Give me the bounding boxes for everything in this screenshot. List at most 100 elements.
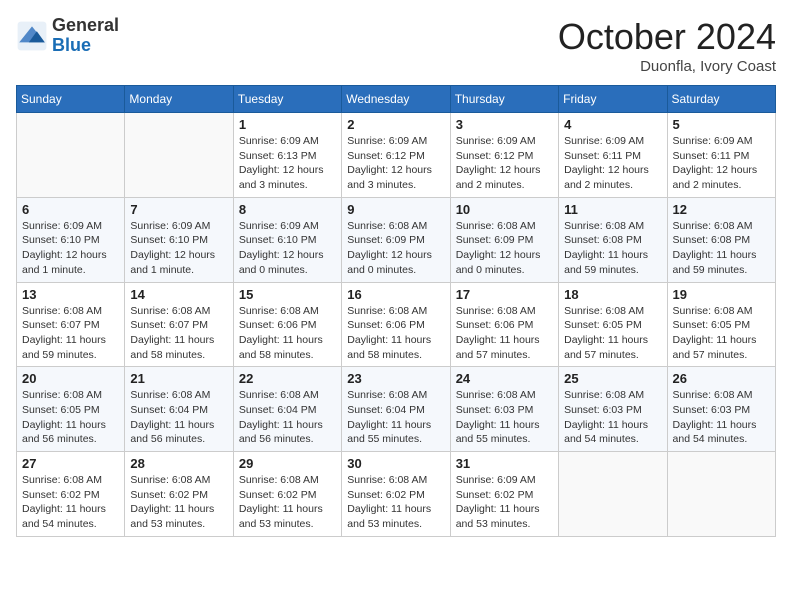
day-info: Sunrise: 6:09 AM Sunset: 6:10 PM Dayligh… <box>239 219 336 278</box>
day-info: Sunrise: 6:09 AM Sunset: 6:10 PM Dayligh… <box>130 219 227 278</box>
calendar-day-cell: 3Sunrise: 6:09 AM Sunset: 6:12 PM Daylig… <box>450 113 558 198</box>
day-number: 24 <box>456 371 553 386</box>
day-number: 15 <box>239 287 336 302</box>
day-number: 19 <box>673 287 770 302</box>
calendar-day-cell: 31 Sunrise: 6:09 AM Sunset: 6:02 PM Dayli… <box>450 452 558 537</box>
day-info: Sunrise: 6:08 AM Sunset: 6:08 PM Dayligh… <box>673 219 770 278</box>
day-number: 21 <box>130 371 227 386</box>
day-info: Sunrise: 6:08 AM Sunset: 6:07 PM Dayligh… <box>130 304 227 363</box>
calendar-header-row: SundayMondayTuesdayWednesdayThursdayFrid… <box>17 86 776 113</box>
weekday-header: Thursday <box>450 86 558 113</box>
day-number: 6 <box>22 202 119 217</box>
day-info: Sunrise: 6:08 AM Sunset: 6:05 PM Dayligh… <box>22 388 119 447</box>
month-title: October 2024 <box>558 16 776 58</box>
weekday-header: Saturday <box>667 86 775 113</box>
calendar-day-cell <box>125 113 233 198</box>
day-info: Sunrise: 6:08 AM Sunset: 6:05 PM Dayligh… <box>564 304 661 363</box>
day-number: 7 <box>130 202 227 217</box>
day-number: 29 <box>239 456 336 471</box>
calendar-day-cell: 29 Sunrise: 6:08 AM Sunset: 6:02 PM Dayli… <box>233 452 341 537</box>
calendar-day-cell: 13Sunrise: 6:08 AM Sunset: 6:07 PM Dayli… <box>17 282 125 367</box>
day-info: Sunrise: 6:08 AM Sunset: 6:09 PM Dayligh… <box>456 219 553 278</box>
day-info: Sunrise: 6:09 AM Sunset: 6:02 PM Dayligh… <box>456 473 553 532</box>
day-info: Sunrise: 6:09 AM Sunset: 6:12 PM Dayligh… <box>347 134 444 193</box>
day-info: Sunrise: 6:08 AM Sunset: 6:02 PM Dayligh… <box>130 473 227 532</box>
day-number: 22 <box>239 371 336 386</box>
calendar-day-cell <box>17 113 125 198</box>
weekday-header: Tuesday <box>233 86 341 113</box>
calendar-day-cell: 24Sunrise: 6:08 AM Sunset: 6:03 PM Dayli… <box>450 367 558 452</box>
day-info: Sunrise: 6:08 AM Sunset: 6:08 PM Dayligh… <box>564 219 661 278</box>
day-info: Sunrise: 6:09 AM Sunset: 6:11 PM Dayligh… <box>564 134 661 193</box>
calendar-day-cell: 27Sunrise: 6:08 AM Sunset: 6:02 PM Dayli… <box>17 452 125 537</box>
calendar-day-cell: 23Sunrise: 6:08 AM Sunset: 6:04 PM Dayli… <box>342 367 450 452</box>
day-info: Sunrise: 6:08 AM Sunset: 6:04 PM Dayligh… <box>239 388 336 447</box>
weekday-header: Friday <box>559 86 667 113</box>
day-number: 2 <box>347 117 444 132</box>
day-info: Sunrise: 6:08 AM Sunset: 6:02 PM Dayligh… <box>239 473 336 532</box>
day-number: 28 <box>130 456 227 471</box>
calendar-day-cell: 6Sunrise: 6:09 AM Sunset: 6:10 PM Daylig… <box>17 197 125 282</box>
calendar-day-cell: 22 Sunrise: 6:08 AM Sunset: 6:04 PM Dayli… <box>233 367 341 452</box>
calendar-week-row: 13 Sunrise: 6:08 AM Sunset: 6:07 PM Dayli… <box>17 282 776 367</box>
day-info: Sunrise: 6:08 AM Sunset: 6:04 PM Dayligh… <box>130 388 227 447</box>
day-info: Sunrise: 6:08 AM Sunset: 6:03 PM Dayligh… <box>673 388 770 447</box>
calendar-day-cell: 19Sunrise: 6:08 AM Sunset: 6:05 PM Dayli… <box>667 282 775 367</box>
day-number: 17 <box>456 287 553 302</box>
calendar-day-cell: 14 Sunrise: 6:08 AM Sunset: 6:07 PM Dayli… <box>125 282 233 367</box>
calendar-day-cell: 12 Sunrise: 6:08 AM Sunset: 6:08 PM Dayli… <box>667 197 775 282</box>
day-number: 30 <box>347 456 444 471</box>
calendar-day-cell <box>559 452 667 537</box>
calendar-day-cell: 26Sunrise: 6:08 AM Sunset: 6:03 PM Dayli… <box>667 367 775 452</box>
calendar-week-row: 27Sunrise: 6:08 AM Sunset: 6:02 PM Dayli… <box>17 452 776 537</box>
day-number: 8 <box>239 202 336 217</box>
calendar-week-row: 20Sunrise: 6:08 AM Sunset: 6:05 PM Dayli… <box>17 367 776 452</box>
page-header: General Blue October 2024 Duonfla, Ivory… <box>16 16 776 75</box>
calendar-day-cell: 28 Sunrise: 6:08 AM Sunset: 6:02 PM Dayli… <box>125 452 233 537</box>
day-number: 13 <box>22 287 119 302</box>
calendar-day-cell: 16 Sunrise: 6:08 AM Sunset: 6:06 PM Dayli… <box>342 282 450 367</box>
weekday-header: Wednesday <box>342 86 450 113</box>
day-number: 5 <box>673 117 770 132</box>
calendar-day-cell: 7 Sunrise: 6:09 AM Sunset: 6:10 PM Daylig… <box>125 197 233 282</box>
day-number: 10 <box>456 202 553 217</box>
title-block: October 2024 Duonfla, Ivory Coast <box>558 16 776 75</box>
day-number: 31 <box>456 456 553 471</box>
calendar-day-cell: 20Sunrise: 6:08 AM Sunset: 6:05 PM Dayli… <box>17 367 125 452</box>
calendar-table: SundayMondayTuesdayWednesdayThursdayFrid… <box>16 85 776 537</box>
day-info: Sunrise: 6:08 AM Sunset: 6:02 PM Dayligh… <box>347 473 444 532</box>
calendar-day-cell: 5 Sunrise: 6:09 AM Sunset: 6:11 PM Daylig… <box>667 113 775 198</box>
calendar-day-cell: 8 Sunrise: 6:09 AM Sunset: 6:10 PM Daylig… <box>233 197 341 282</box>
weekday-header: Monday <box>125 86 233 113</box>
logo: General Blue <box>16 16 119 56</box>
logo-blue-text: Blue <box>52 35 91 55</box>
calendar-day-cell: 9Sunrise: 6:08 AM Sunset: 6:09 PM Daylig… <box>342 197 450 282</box>
day-info: Sunrise: 6:09 AM Sunset: 6:13 PM Dayligh… <box>239 134 336 193</box>
calendar-day-cell: 10 Sunrise: 6:08 AM Sunset: 6:09 PM Dayli… <box>450 197 558 282</box>
calendar-day-cell: 30 Sunrise: 6:08 AM Sunset: 6:02 PM Dayli… <box>342 452 450 537</box>
calendar-day-cell: 17 Sunrise: 6:08 AM Sunset: 6:06 PM Dayli… <box>450 282 558 367</box>
day-number: 16 <box>347 287 444 302</box>
day-number: 14 <box>130 287 227 302</box>
calendar-day-cell: 18Sunrise: 6:08 AM Sunset: 6:05 PM Dayli… <box>559 282 667 367</box>
calendar-week-row: 1 Sunrise: 6:09 AM Sunset: 6:13 PM Daylig… <box>17 113 776 198</box>
day-number: 4 <box>564 117 661 132</box>
weekday-header: Sunday <box>17 86 125 113</box>
day-info: Sunrise: 6:08 AM Sunset: 6:03 PM Dayligh… <box>564 388 661 447</box>
calendar-day-cell: 11 Sunrise: 6:08 AM Sunset: 6:08 PM Dayli… <box>559 197 667 282</box>
day-info: Sunrise: 6:09 AM Sunset: 6:11 PM Dayligh… <box>673 134 770 193</box>
day-number: 11 <box>564 202 661 217</box>
day-number: 9 <box>347 202 444 217</box>
day-info: Sunrise: 6:08 AM Sunset: 6:02 PM Dayligh… <box>22 473 119 532</box>
logo-icon <box>16 20 48 52</box>
day-info: Sunrise: 6:08 AM Sunset: 6:06 PM Dayligh… <box>347 304 444 363</box>
calendar-day-cell: 25Sunrise: 6:08 AM Sunset: 6:03 PM Dayli… <box>559 367 667 452</box>
day-number: 1 <box>239 117 336 132</box>
logo-general-text: General <box>52 15 119 35</box>
calendar-day-cell: 2 Sunrise: 6:09 AM Sunset: 6:12 PM Daylig… <box>342 113 450 198</box>
day-info: Sunrise: 6:08 AM Sunset: 6:04 PM Dayligh… <box>347 388 444 447</box>
calendar-day-cell: 1 Sunrise: 6:09 AM Sunset: 6:13 PM Daylig… <box>233 113 341 198</box>
day-number: 12 <box>673 202 770 217</box>
day-info: Sunrise: 6:08 AM Sunset: 6:06 PM Dayligh… <box>456 304 553 363</box>
calendar-day-cell: 15Sunrise: 6:08 AM Sunset: 6:06 PM Dayli… <box>233 282 341 367</box>
